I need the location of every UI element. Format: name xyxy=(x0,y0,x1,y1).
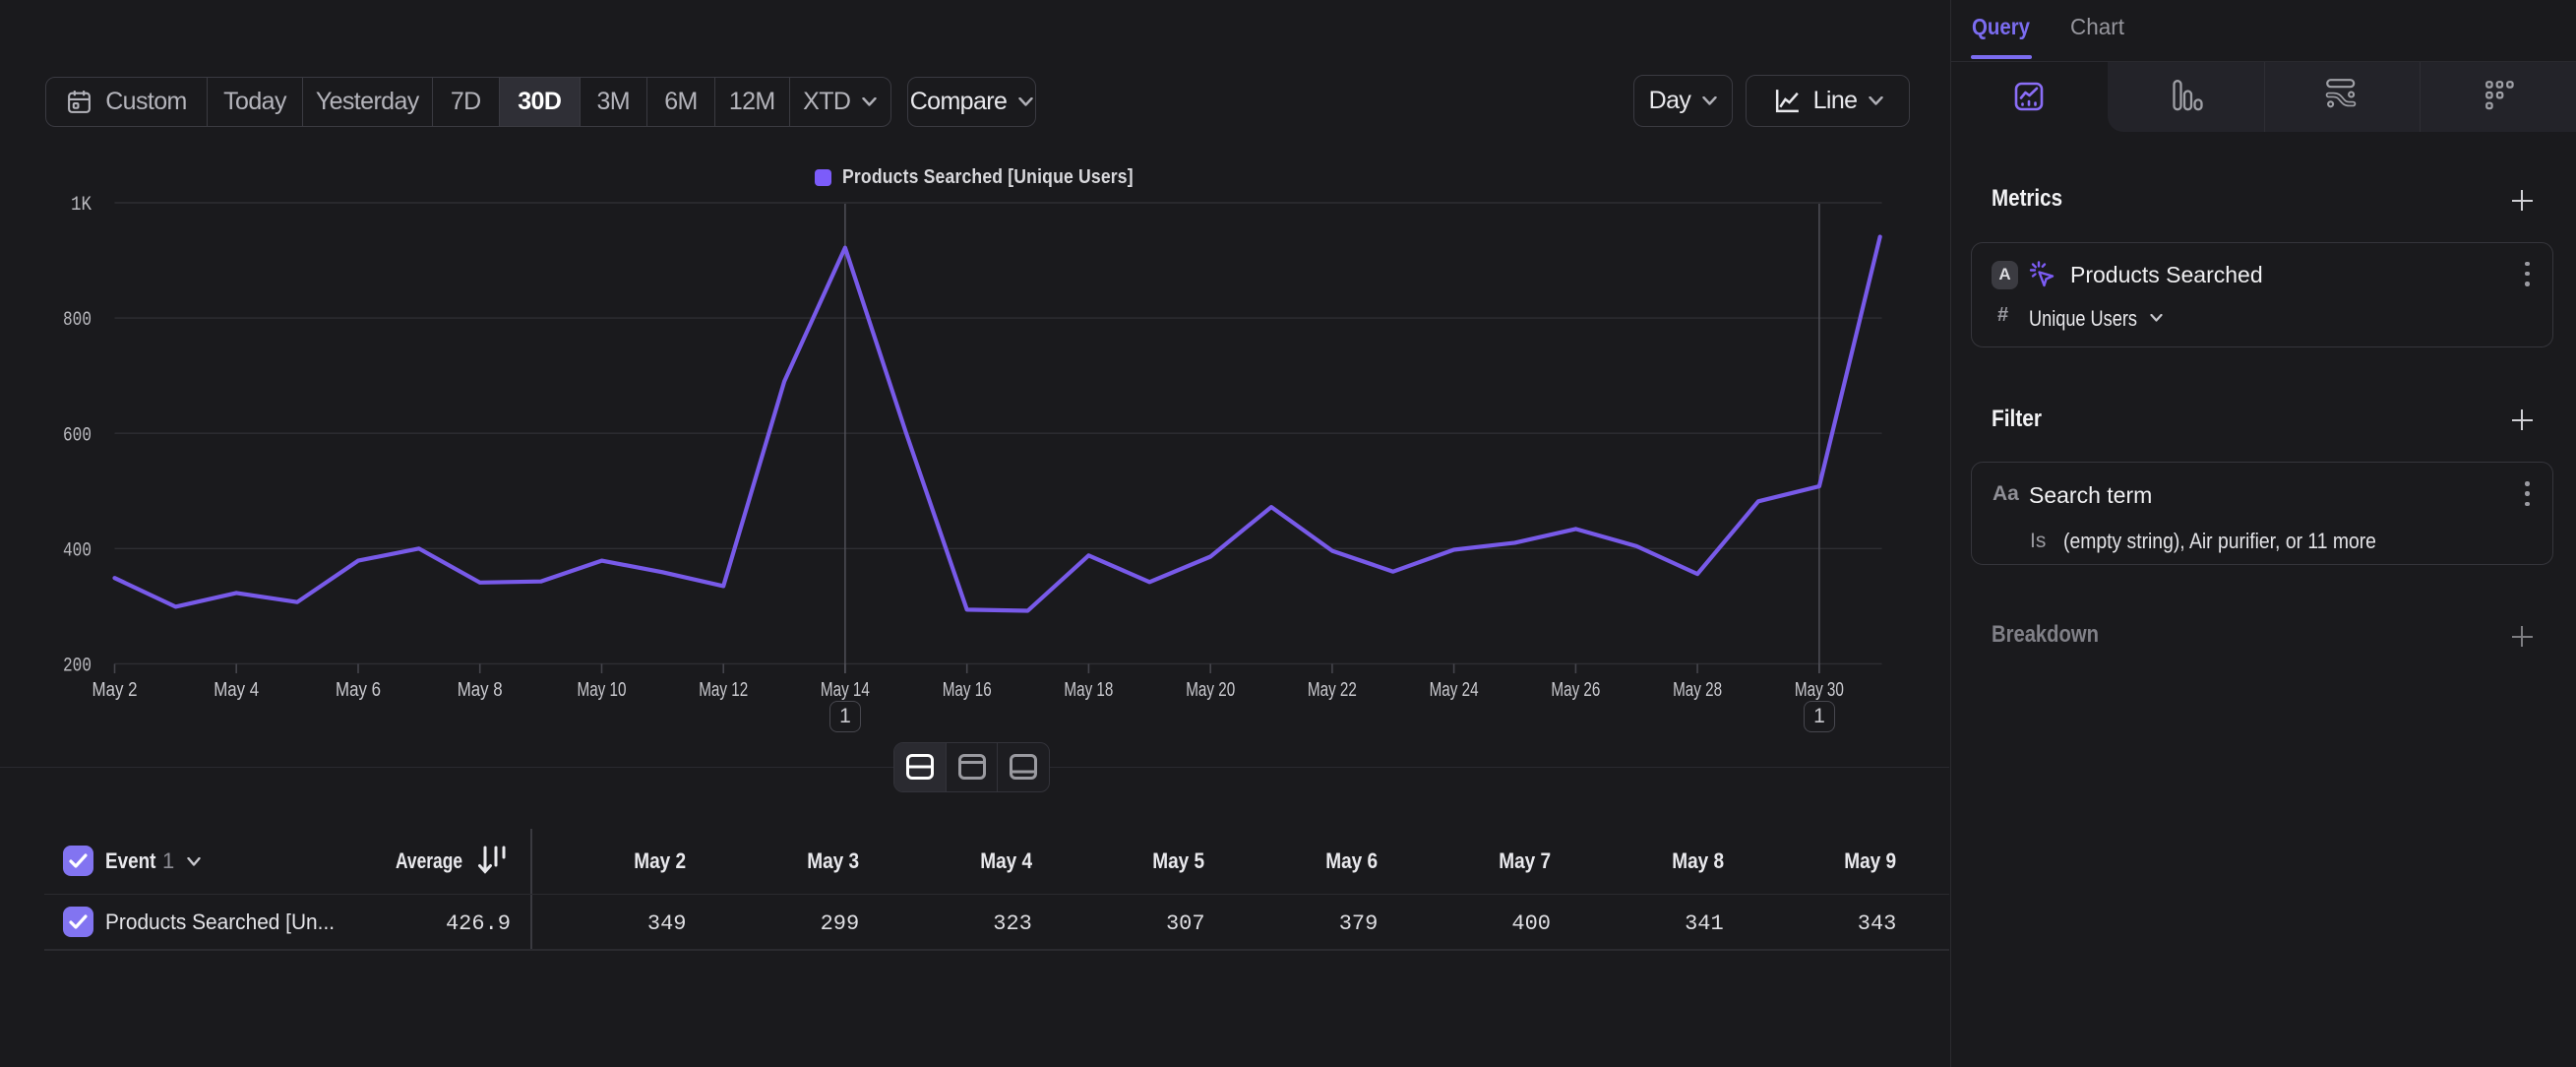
svg-text:May 4: May 4 xyxy=(214,678,259,701)
svg-text:800: 800 xyxy=(63,309,92,332)
svg-text:May 18: May 18 xyxy=(1064,678,1113,701)
svg-text:May 28: May 28 xyxy=(1673,678,1722,701)
svg-text:400: 400 xyxy=(63,539,92,562)
svg-text:200: 200 xyxy=(63,656,92,678)
svg-text:600: 600 xyxy=(63,424,92,447)
svg-text:May 20: May 20 xyxy=(1186,678,1235,701)
svg-text:May 12: May 12 xyxy=(699,678,748,701)
svg-text:May 30: May 30 xyxy=(1795,678,1844,701)
svg-text:May 16: May 16 xyxy=(943,678,992,701)
svg-text:May 22: May 22 xyxy=(1308,678,1357,701)
svg-text:1K: 1K xyxy=(71,194,92,217)
svg-text:May 14: May 14 xyxy=(821,678,870,701)
svg-text:May 2: May 2 xyxy=(92,678,138,701)
svg-text:May 8: May 8 xyxy=(458,678,503,701)
svg-text:May 6: May 6 xyxy=(336,678,381,701)
svg-text:May 10: May 10 xyxy=(578,678,627,701)
svg-text:May 26: May 26 xyxy=(1551,678,1600,701)
svg-text:May 24: May 24 xyxy=(1430,678,1479,701)
